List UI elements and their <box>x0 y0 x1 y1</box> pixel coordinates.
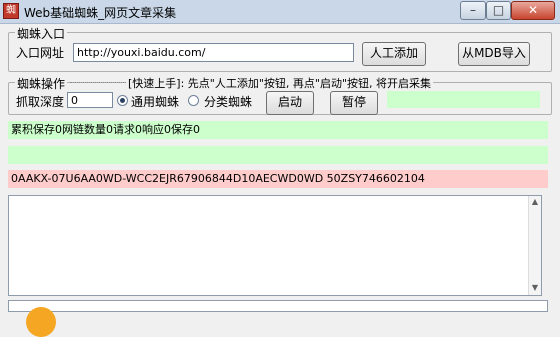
app-icon: 蜘 <box>3 3 19 19</box>
stats-line: 累积保存0网链数量0请求0响应0保存0 <box>8 121 548 139</box>
title-bar: 蜘 Web基础蜘蛛_网页文章采集 – □ ✕ <box>0 0 560 24</box>
import-mdb-button[interactable]: 从MDB导入 <box>458 42 530 66</box>
category-spider-radio[interactable] <box>188 95 199 106</box>
pause-button[interactable]: 暂停 <box>330 91 378 115</box>
manual-add-button[interactable]: 人工添加 <box>362 42 426 66</box>
category-spider-label: 分类蜘蛛 <box>204 95 253 109</box>
log-scrollbar[interactable]: ▲ ▼ <box>528 196 541 295</box>
entry-url-label: 入口网址 <box>16 46 65 60</box>
general-spider-label: 通用蜘蛛 <box>131 95 180 109</box>
legend-divider <box>70 82 126 83</box>
progress-indicator <box>387 91 540 108</box>
maximize-button[interactable]: □ <box>486 1 511 20</box>
blank-status-line <box>8 146 548 164</box>
close-button[interactable]: ✕ <box>511 1 555 20</box>
scroll-up-arrow-icon[interactable]: ▲ <box>529 196 541 208</box>
window-title: Web基础蜘蛛_网页文章采集 <box>24 6 177 20</box>
entry-url-input[interactable] <box>73 43 354 62</box>
entry-group-legend: 蜘蛛入口 <box>15 25 68 42</box>
key-status-line: 0AAKX-07U6AA0WD-WCC2EJR67906844D10AECWD0… <box>8 170 548 188</box>
quick-start-tip: [快速上手]: 先点"人工添加"按钮, 再点"启动"按钮, 将开启采集 <box>126 75 434 91</box>
scroll-down-arrow-icon[interactable]: ▼ <box>529 282 541 294</box>
depth-input[interactable] <box>67 92 113 108</box>
general-spider-radio[interactable] <box>117 95 128 106</box>
log-textarea[interactable] <box>8 195 542 296</box>
minimize-button[interactable]: – <box>460 1 486 20</box>
start-button[interactable]: 启动 <box>266 91 314 115</box>
bottom-panel <box>8 300 548 337</box>
depth-label: 抓取深度 <box>16 95 65 109</box>
spider-group-legend: 蜘蛛操作 <box>15 75 68 92</box>
